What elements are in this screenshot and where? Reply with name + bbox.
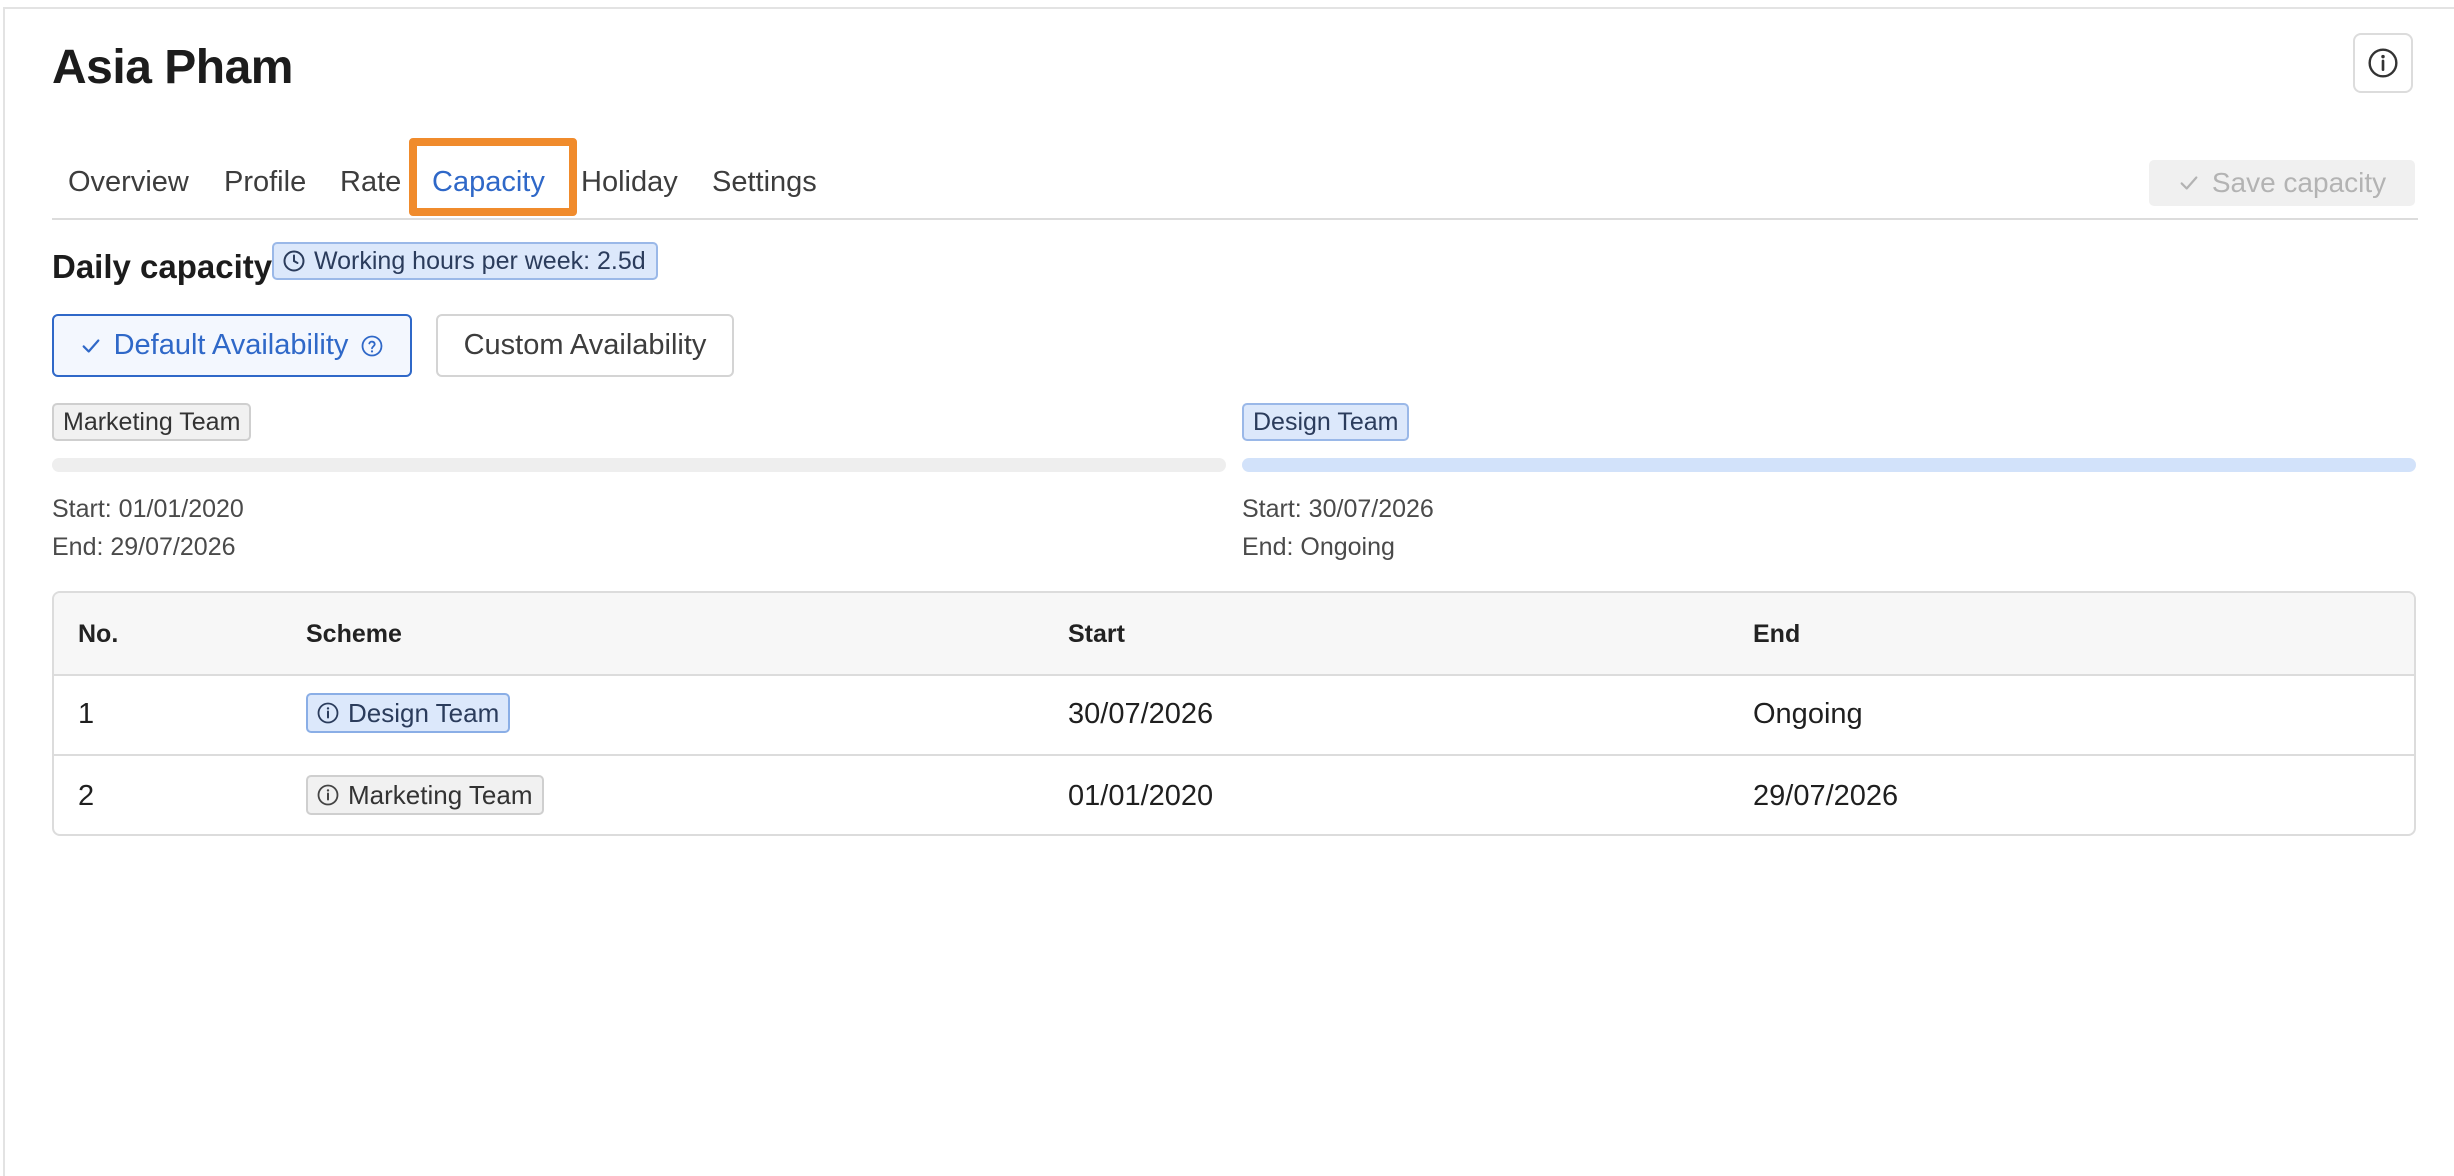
column-header-end: End	[1753, 620, 1801, 648]
cell-end: Ongoing	[1753, 698, 1863, 730]
column-header-start: Start	[1068, 620, 1125, 648]
scheme-tag-label: Design Team	[348, 697, 500, 728]
column-header-scheme: Scheme	[306, 620, 402, 648]
tab-overview[interactable]: Overview	[68, 166, 189, 199]
cell-start: 30/07/2026	[1068, 698, 1214, 730]
custom-availability-button[interactable]: Custom Availability	[436, 314, 734, 377]
default-availability-button[interactable]: Default Availability	[52, 314, 412, 377]
tab-bar: Overview Profile Rate Capacity Holiday S…	[52, 138, 2418, 220]
column-header-no: No.	[78, 620, 119, 648]
working-hours-text: Working hours per week: 2.5d	[314, 246, 646, 275]
info-button[interactable]	[2353, 33, 2413, 93]
help-circle-icon[interactable]	[360, 334, 384, 358]
tab-settings[interactable]: Settings	[712, 166, 817, 199]
save-capacity-button[interactable]: Save capacity	[2149, 160, 2415, 206]
timeline-tag-marketing[interactable]: Marketing Team	[52, 403, 252, 441]
scheme-tag[interactable]: Marketing Team	[306, 775, 544, 815]
scheme-table: No. Scheme Start End 1 Design Team 30/07…	[52, 591, 2416, 836]
info-circle-icon	[317, 784, 339, 806]
tab-holiday[interactable]: Holiday	[581, 166, 678, 199]
page-title: Asia Pham	[52, 41, 293, 94]
timeline-end-text: End: Ongoing	[1242, 533, 1395, 561]
timeline-tag-label: Design Team	[1253, 407, 1399, 436]
check-icon	[82, 338, 100, 353]
timeline-meta-design: Start: 30/07/2026 End: Ongoing	[1242, 490, 1434, 566]
tab-profile[interactable]: Profile	[224, 166, 306, 199]
timeline-tag-label: Marketing Team	[63, 407, 241, 436]
table-header: No. Scheme Start End	[54, 593, 2414, 676]
timeline-meta-marketing: Start: 01/01/2020 End: 29/07/2026	[52, 490, 244, 566]
daily-capacity-heading: Daily capacity	[52, 248, 273, 285]
timeline-end-text: End: 29/07/2026	[52, 533, 236, 561]
working-hours-badge: Working hours per week: 2.5d	[272, 242, 658, 280]
info-circle-icon	[2368, 48, 2398, 78]
timeline-bar-marketing	[52, 458, 1226, 472]
table-row[interactable]: 1 Design Team 30/07/2026 Ongoing	[54, 674, 2414, 756]
save-capacity-label: Save capacity	[2211, 167, 2387, 198]
timeline-start-text: Start: 01/01/2020	[52, 495, 244, 523]
tab-capacity[interactable]: Capacity	[432, 166, 545, 199]
timeline-bar-design	[1242, 458, 2416, 472]
custom-availability-label: Custom Availability	[463, 329, 707, 361]
cell-no: 1	[78, 698, 95, 730]
scheme-tag[interactable]: Design Team	[306, 693, 511, 733]
tab-rate[interactable]: Rate	[340, 166, 401, 199]
info-circle-icon	[317, 702, 339, 724]
clock-icon	[283, 250, 305, 272]
default-availability-label: Default Availability	[113, 329, 349, 361]
cell-no: 2	[78, 780, 95, 812]
scheme-tag-label: Marketing Team	[348, 779, 533, 810]
cell-start: 01/01/2020	[1068, 780, 1214, 812]
timeline-tag-design[interactable]: Design Team	[1242, 403, 1410, 441]
timeline-start-text: Start: 30/07/2026	[1242, 495, 1434, 523]
cell-end: 29/07/2026	[1753, 780, 1899, 812]
table-row[interactable]: 2 Marketing Team 01/01/2020 29/07/2026	[54, 756, 2414, 834]
check-icon	[2180, 176, 2198, 190]
